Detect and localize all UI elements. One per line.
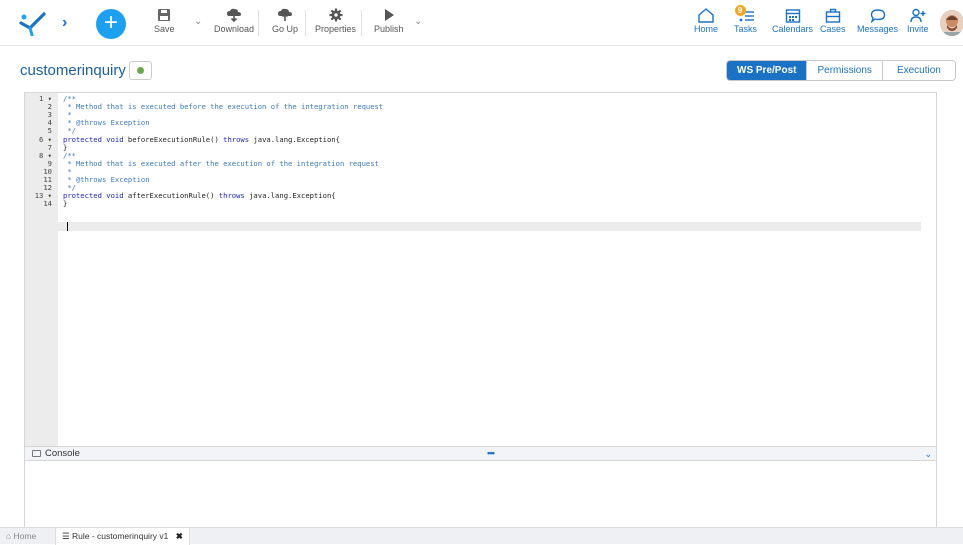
code-line: * Method that is executed before the exe… xyxy=(63,102,384,112)
line-number: 9 xyxy=(47,158,52,168)
console-collapse-chevron-icon[interactable]: ⌄ xyxy=(924,447,932,461)
tab-permissions[interactable]: Permissions xyxy=(806,61,882,80)
nav-cases-label: Cases xyxy=(820,24,846,34)
line-number: 10 xyxy=(43,166,52,176)
user-avatar[interactable] xyxy=(940,10,963,36)
footer-tab-bar: ⌂ Home ☰ Rule - customerinquiry v1 ✖ xyxy=(0,527,963,545)
go-up-label: Go Up xyxy=(272,24,299,34)
properties-button[interactable]: Properties xyxy=(315,8,356,34)
nav-home[interactable]: Home xyxy=(694,8,718,34)
nav-messages[interactable]: Messages xyxy=(857,8,898,34)
calendar-icon xyxy=(785,9,800,23)
nav-invite[interactable]: Invite xyxy=(907,8,929,34)
chevron-right-icon[interactable]: › xyxy=(62,14,67,32)
nav-tasks-label: Tasks xyxy=(734,24,758,34)
console-panel: Console ••• ⌄ xyxy=(24,446,937,528)
publish-label: Publish xyxy=(374,24,404,34)
tasks-badge: 9 xyxy=(734,5,746,16)
cloud-upload-icon xyxy=(278,8,292,21)
footer-rule-label: Rule - customerinquiry v1 xyxy=(72,531,169,541)
publish-dropdown-chevron-icon[interactable]: ⌄ xyxy=(414,16,422,27)
line-number: 14 xyxy=(43,199,52,209)
avatar-icon xyxy=(940,10,963,36)
console-icon xyxy=(32,450,41,457)
line-number: 6 ▾ xyxy=(39,134,52,144)
code-line: * Method that is executed after the exec… xyxy=(63,158,379,168)
code-line: protected void afterExecutionRule() thro… xyxy=(63,191,336,201)
download-label: Download xyxy=(214,24,255,34)
line-number: 13 ▾ xyxy=(34,191,52,201)
nav-cases[interactable]: Cases xyxy=(820,8,846,34)
console-resize-handle[interactable]: ••• xyxy=(487,447,495,461)
nav-invite-label: Invite xyxy=(907,24,929,34)
line-number: 4 xyxy=(47,118,52,128)
close-icon[interactable]: ✖ xyxy=(176,531,183,541)
home-icon: ⌂ xyxy=(6,531,12,541)
footer-home-tab[interactable]: ⌂ Home xyxy=(6,528,36,545)
active-line-highlight xyxy=(58,222,921,231)
nav-messages-label: Messages xyxy=(857,24,899,34)
message-icon xyxy=(870,9,885,23)
footer-home-label: Home xyxy=(13,531,37,541)
save-label: Save xyxy=(154,24,175,34)
save-button[interactable]: Save xyxy=(154,8,175,34)
top-toolbar: › + Save ⌄ Download Go Up Properties Pub… xyxy=(0,0,963,46)
download-button[interactable]: Download xyxy=(214,8,254,34)
console-title: Console xyxy=(45,448,80,459)
footer-rule-tab[interactable]: ☰ Rule - customerinquiry v1 ✖ xyxy=(55,528,190,545)
create-button[interactable]: + xyxy=(96,9,126,39)
home-icon xyxy=(698,8,714,23)
nav-home-label: Home xyxy=(694,24,719,34)
tab-ws-pre-post[interactable]: WS Pre/Post xyxy=(727,61,807,80)
properties-label: Properties xyxy=(315,24,357,34)
nav-calendars[interactable]: Calendars xyxy=(772,8,813,34)
go-up-button[interactable]: Go Up xyxy=(272,8,298,34)
line-number: 2 xyxy=(47,102,52,112)
play-icon xyxy=(384,9,394,21)
line-number: 3 xyxy=(47,110,52,120)
toolbar-divider xyxy=(361,10,362,36)
briefcase-icon xyxy=(825,8,840,23)
list-icon: ☰ xyxy=(62,531,70,541)
app-logo-icon[interactable] xyxy=(18,10,48,36)
text-cursor xyxy=(67,222,68,231)
console-header[interactable]: Console ••• ⌄ xyxy=(25,447,936,461)
code-editor[interactable]: 1 ▾/** 2 * Method that is executed before… xyxy=(24,92,937,447)
page-title: customerinquiry xyxy=(20,62,126,79)
save-dropdown-chevron-icon[interactable]: ⌄ xyxy=(194,16,202,27)
line-number: 11 xyxy=(43,175,52,184)
line-number: 1 ▾ xyxy=(39,94,52,103)
code-line: } xyxy=(63,199,68,209)
status-dot-icon xyxy=(137,67,144,74)
code-line: protected void beforeExecutionRule() thr… xyxy=(63,134,340,144)
line-number: 8 ▾ xyxy=(39,150,52,160)
publish-button[interactable]: Publish xyxy=(374,8,404,34)
gear-icon xyxy=(329,8,343,22)
tab-execution[interactable]: Execution xyxy=(881,61,955,80)
status-button[interactable] xyxy=(129,61,152,80)
toolbar-divider xyxy=(305,10,306,36)
nav-calendars-label: Calendars xyxy=(772,24,814,34)
save-icon xyxy=(158,9,171,21)
nav-tasks[interactable]: 9 Tasks xyxy=(734,5,758,34)
toolbar-divider xyxy=(258,10,259,36)
add-user-icon xyxy=(910,8,926,23)
tab-bar: WS Pre/Post Permissions Execution xyxy=(726,60,956,81)
download-icon xyxy=(227,8,242,22)
